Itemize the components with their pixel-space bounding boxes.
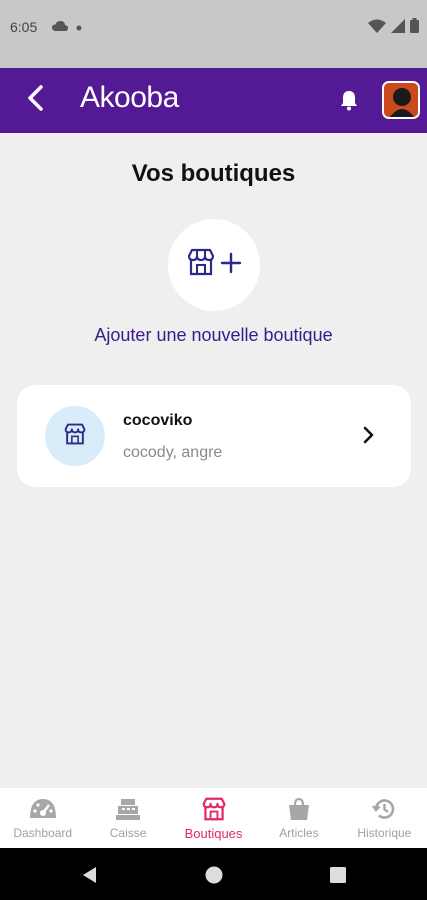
shop-icon-container	[45, 406, 105, 466]
nav-item-boutiques[interactable]: Boutiques	[171, 788, 256, 848]
store-add-icon	[186, 248, 242, 283]
status-time: 6:05	[10, 19, 38, 35]
signal-icon	[391, 18, 405, 38]
app-bar: Akooba	[0, 68, 427, 133]
system-home-button[interactable]	[204, 865, 224, 885]
back-arrow-icon	[25, 84, 45, 117]
battery-icon	[410, 18, 419, 38]
nav-item-caisse[interactable]: Caisse	[85, 788, 170, 848]
shop-address: cocody, angre	[123, 444, 223, 461]
notifications-button[interactable]	[337, 88, 361, 112]
wifi-icon	[368, 19, 386, 38]
page-title: Vos boutiques	[131, 160, 296, 187]
shopping-bag-icon	[284, 797, 314, 821]
shop-name: cocoviko	[123, 412, 193, 429]
history-icon	[369, 797, 399, 821]
nav-label: Articles	[279, 826, 319, 840]
shop-card[interactable]: cocoviko cocody, angre	[17, 385, 411, 487]
nav-label: Historique	[357, 826, 412, 840]
add-shop-button[interactable]	[168, 219, 260, 311]
back-button[interactable]	[18, 83, 52, 117]
status-bar: 6:05	[0, 0, 427, 68]
cash-register-icon	[113, 797, 143, 821]
cloud-icon	[52, 18, 68, 36]
chevron-right-icon	[357, 424, 379, 446]
nav-label: Caisse	[109, 826, 147, 840]
dashboard-icon	[28, 797, 58, 821]
nav-label: Dashboard	[13, 826, 73, 840]
nav-item-articles[interactable]: Articles	[256, 788, 341, 848]
store-icon	[199, 797, 229, 821]
avatar[interactable]	[382, 81, 420, 119]
system-nav-bar	[0, 848, 427, 900]
nav-item-dashboard[interactable]: Dashboard	[0, 788, 85, 848]
nav-item-historique[interactable]: Historique	[342, 788, 427, 848]
system-recents-button[interactable]	[328, 865, 348, 885]
app-logo: Akooba	[80, 81, 179, 114]
add-shop-link[interactable]: Ajouter une nouvelle boutique	[0, 325, 427, 346]
bell-icon	[337, 91, 361, 116]
system-back-button[interactable]	[80, 865, 100, 885]
notification-dot-icon	[76, 18, 82, 36]
store-icon	[63, 423, 87, 450]
bottom-nav: Dashboard Caisse Boutiques Articles Hist…	[0, 788, 427, 848]
nav-label: Boutiques	[184, 826, 243, 841]
